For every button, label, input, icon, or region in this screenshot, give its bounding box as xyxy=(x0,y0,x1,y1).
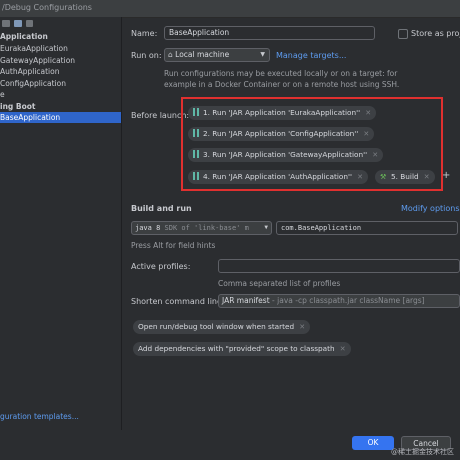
tree-item-auth[interactable]: AuthApplication xyxy=(0,66,59,77)
chevron-down-icon: ▼ xyxy=(264,224,268,231)
tree-item-config[interactable]: ConfigApplication xyxy=(0,78,66,89)
remove-option-icon[interactable]: ✕ xyxy=(340,342,346,356)
run-on-dropdown[interactable]: ⌂ Local machine ▼ xyxy=(164,48,270,62)
chevron-down-icon: ▼ xyxy=(260,51,265,58)
tree-item-gateway[interactable]: GatewayApplication xyxy=(0,55,75,66)
run-on-label: Run on: xyxy=(131,51,162,60)
profiles-hint: Comma separated list of profiles xyxy=(218,279,341,288)
task-chip-build[interactable]: ⚒ 5. Build ✕ xyxy=(375,170,435,184)
configurations-tree-pane: Application EurakaApplication GatewayApp… xyxy=(0,17,122,445)
task-chip-euraka[interactable]: 1. Run 'JAR Application 'EurakaApplicati… xyxy=(188,106,377,120)
window-title: /Debug Configurations xyxy=(2,3,92,12)
sort-icon[interactable] xyxy=(26,20,33,27)
remove-task-icon[interactable]: ✕ xyxy=(372,148,378,162)
tree-item-e[interactable]: e xyxy=(0,89,5,100)
option-chip-provided-scope[interactable]: Add dependencies with "provided" scope t… xyxy=(133,342,351,356)
folder-icon[interactable] xyxy=(14,20,22,27)
manage-targets-link[interactable]: Manage targets... xyxy=(276,51,346,60)
run-on-hint-line-1: Run configurations may be executed local… xyxy=(164,69,398,78)
jar-run-icon xyxy=(193,108,199,116)
remove-task-icon[interactable]: ✕ xyxy=(424,170,430,184)
shorten-command-line-dropdown[interactable]: JAR manifest - java -cp classpath.jar cl… xyxy=(218,294,460,308)
jar-run-icon xyxy=(193,129,199,137)
remove-task-icon[interactable]: ✕ xyxy=(357,170,363,184)
tree-item-base-application[interactable]: BaseApplication xyxy=(0,112,121,123)
active-profiles-field[interactable] xyxy=(218,259,460,273)
jar-run-icon xyxy=(193,172,199,180)
tree-item-euraka[interactable]: EurakaApplication xyxy=(0,43,68,54)
alt-hint: Press Alt for field hints xyxy=(131,241,216,250)
remove-task-icon[interactable]: ✕ xyxy=(365,106,371,120)
main-class-field[interactable]: com.BaseApplication xyxy=(276,221,458,235)
name-label: Name: xyxy=(131,29,158,38)
add-task-button[interactable]: + xyxy=(442,170,450,181)
active-profiles-label: Active profiles: xyxy=(131,262,191,271)
run-on-hint-line-2: example in a Docker Container or on a re… xyxy=(164,80,400,89)
watermark: @稀土掘金技术社区 xyxy=(391,448,454,456)
house-icon: ⌂ xyxy=(168,50,173,59)
modify-options-link[interactable]: Modify options ▾ xyxy=(401,204,460,213)
tree-group-spring-boot[interactable]: ing Boot xyxy=(0,101,36,112)
shorten-command-line-label: Shorten command line: xyxy=(131,297,225,306)
copy-config-icon[interactable] xyxy=(2,20,10,27)
store-as-project-checkbox[interactable] xyxy=(398,29,408,39)
remove-task-icon[interactable]: ✕ xyxy=(363,127,369,141)
task-chip-config[interactable]: 2. Run 'JAR Application 'ConfigApplicati… xyxy=(188,127,375,141)
ok-button[interactable]: OK xyxy=(352,436,394,450)
task-chip-auth[interactable]: 4. Run 'JAR Application 'AuthApplication… xyxy=(188,170,368,184)
store-as-project-label: Store as project xyxy=(411,29,460,38)
name-field[interactable]: BaseApplication xyxy=(164,26,375,40)
remove-option-icon[interactable]: ✕ xyxy=(299,320,305,334)
build-and-run-heading: Build and run xyxy=(131,204,192,213)
task-chip-gateway[interactable]: 3. Run 'JAR Application 'GatewayApplicat… xyxy=(188,148,384,162)
title-bar: /Debug Configurations xyxy=(0,0,460,18)
jdk-dropdown[interactable]: java 8 SDK of 'link-base' m ▼ xyxy=(131,221,272,235)
jar-run-icon xyxy=(193,150,199,158)
hammer-icon: ⚒ xyxy=(380,173,387,181)
tree-group-application[interactable]: Application xyxy=(0,31,48,42)
edit-configuration-templates-link[interactable]: guration templates... xyxy=(0,412,79,421)
option-chip-open-tool-window[interactable]: Open run/debug tool window when started ✕ xyxy=(133,320,311,334)
